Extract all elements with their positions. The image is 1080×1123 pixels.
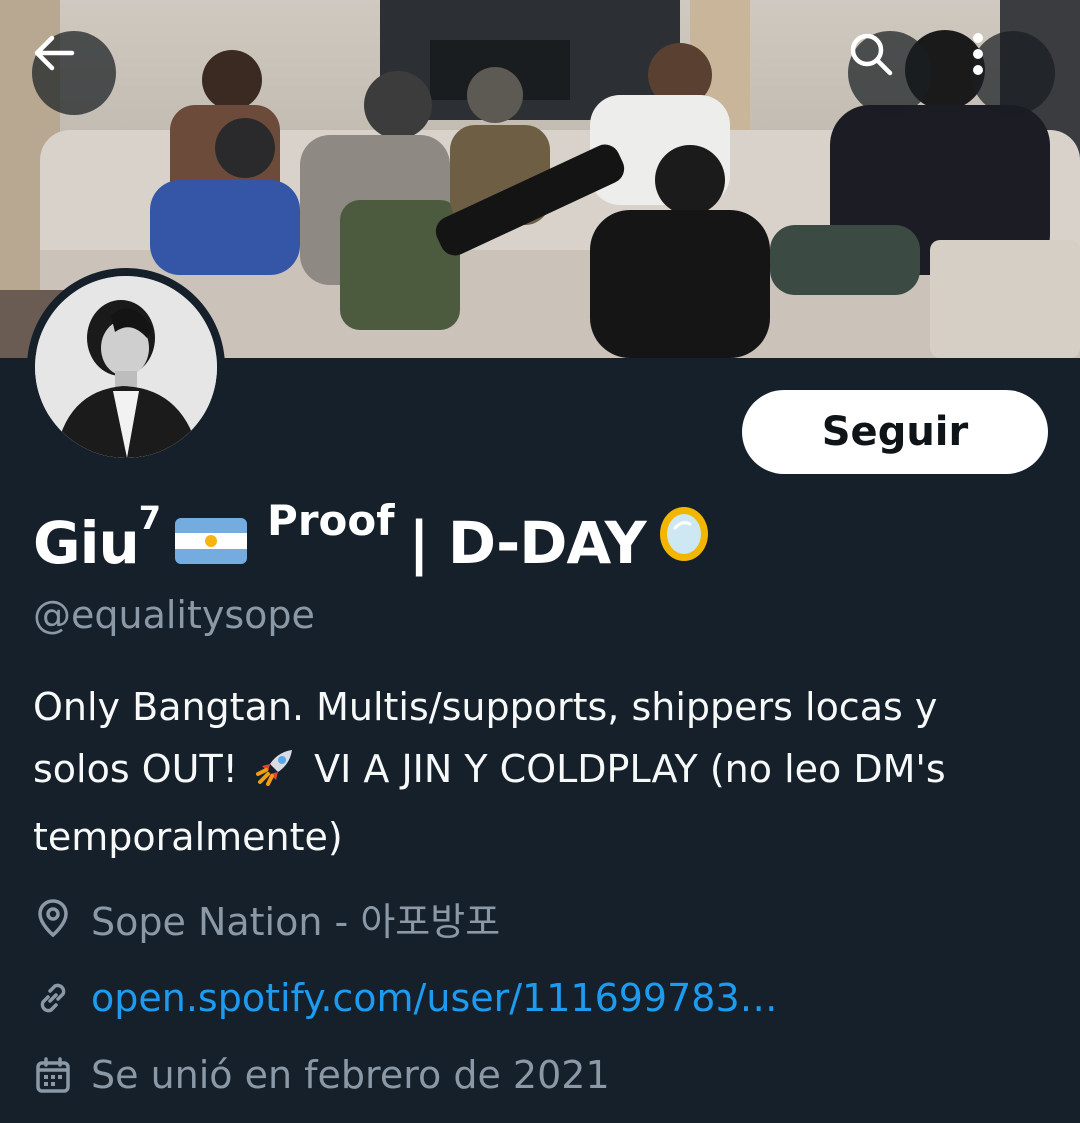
avatar-image (35, 276, 217, 458)
join-date-text: Se unió en febrero de 2021 (91, 1053, 610, 1097)
name-superscript: 7 (138, 499, 162, 537)
website-link[interactable]: open.spotify.com/user/111699783… (91, 976, 778, 1020)
search-button[interactable] (848, 31, 932, 115)
link-icon (33, 978, 73, 1018)
mirror-icon (656, 504, 712, 568)
more-vertical-icon (973, 33, 983, 75)
profile-join-date: Se unió en febrero de 2021 (33, 1050, 610, 1100)
back-button[interactable] (32, 31, 116, 115)
name-proof: Proof (267, 496, 395, 545)
calendar-icon (33, 1055, 73, 1095)
profile-handle: @equalitysope (33, 593, 315, 637)
more-options-button[interactable] (971, 31, 1055, 115)
bio-line: Only Bangtan. Multis/supports, shippers … (33, 685, 938, 729)
display-name: Giu 7 Proof | D-DAY (33, 496, 712, 576)
location-pin-icon (33, 898, 73, 938)
profile-location: Sope Nation - 아포방포 (33, 893, 501, 944)
name-prefix: Giu (33, 509, 140, 577)
search-icon (850, 33, 893, 76)
bio-text: VI A JIN Y COLDPLAY (no leo DM's (314, 747, 946, 791)
arrow-left-icon (34, 35, 75, 71)
bio-line: temporalmente) (33, 815, 343, 859)
bio-line: solos OUT! VI A JIN Y COLDPLAY (no leo D… (33, 738, 1063, 806)
profile-avatar[interactable] (27, 268, 225, 466)
bio-text: solos OUT! (33, 747, 238, 791)
rocket-icon (254, 744, 298, 806)
profile-website[interactable]: open.spotify.com/user/111699783… (33, 973, 778, 1023)
name-suffix: | D-DAY (408, 509, 647, 577)
follow-button[interactable]: Seguir (742, 390, 1048, 474)
argentina-flag-icon (175, 518, 248, 568)
location-text: Sope Nation - 아포방포 (91, 899, 501, 944)
profile-bio: Only Bangtan. Multis/supports, shippers … (33, 676, 1063, 868)
